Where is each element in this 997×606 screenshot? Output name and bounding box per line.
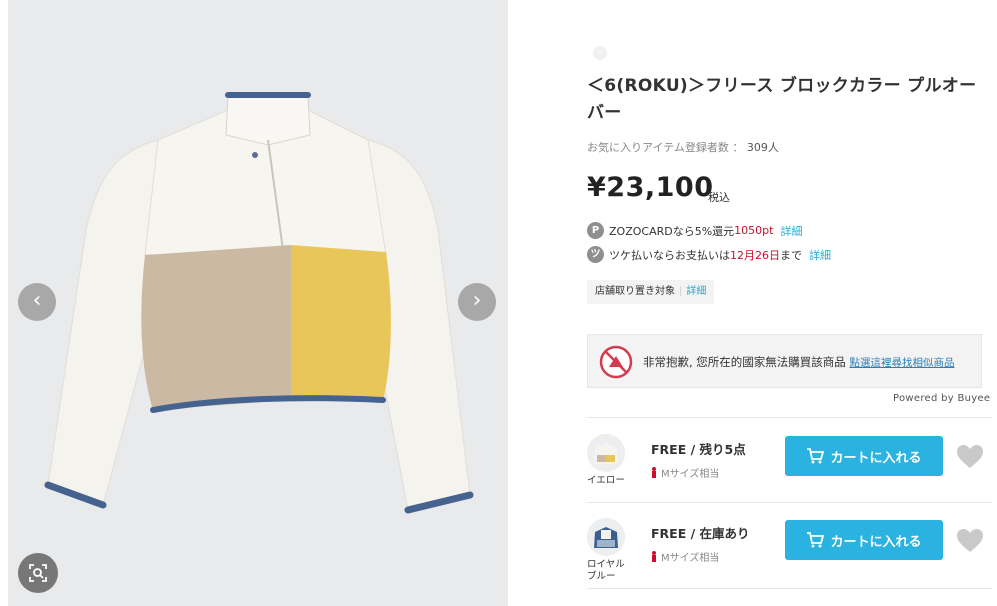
next-image-button[interactable]: › bbox=[458, 283, 496, 321]
cart-icon bbox=[807, 532, 825, 548]
person-icon bbox=[651, 467, 657, 478]
add-to-cart-button[interactable]: カートに入れる bbox=[785, 436, 943, 476]
buyee-message-text: 非常抱歉, 您所在的國家無法購買該商品 bbox=[643, 355, 846, 369]
product-price: ¥23,100 bbox=[587, 172, 714, 203]
divider bbox=[587, 417, 992, 418]
sku-size-text: Mサイズ相当 bbox=[661, 469, 720, 480]
image-search-button[interactable] bbox=[18, 553, 58, 593]
sku-thumbnail-image bbox=[587, 434, 625, 472]
separator: | bbox=[679, 286, 683, 297]
sku-color-name: ロイヤルブルー bbox=[587, 559, 625, 582]
points-icon: P bbox=[587, 222, 604, 239]
favorite-count: お気に入りアイテム登録者数 ： 309人 bbox=[587, 139, 779, 155]
sku-size-text: Mサイズ相当 bbox=[661, 553, 720, 564]
image-search-icon bbox=[29, 564, 47, 582]
previous-image-button[interactable]: ‹ bbox=[18, 283, 56, 321]
sku-thumbnail[interactable] bbox=[587, 434, 625, 472]
prohibited-icon bbox=[599, 345, 633, 379]
sku-color-name: イエロー bbox=[587, 475, 625, 486]
powered-by-buyee: Powered by Buyee bbox=[893, 393, 991, 404]
product-title: ＜6(ROKU)＞フリース ブロックカラー プルオーバー bbox=[587, 76, 977, 123]
tsuke-pay-promo: ツ ツケ払いならお支払いは 12月26日 まで 詳細 bbox=[587, 246, 831, 263]
product-image-gallery: ‹ › bbox=[8, 0, 508, 606]
find-similar-link[interactable]: 點選這裡尋找相似商品 bbox=[849, 357, 954, 369]
zozocard-promo: P ZOZOCARDなら5%還元 1050pt 詳細 bbox=[587, 222, 802, 239]
promo-text: ツケ払いならお支払いは bbox=[609, 248, 730, 262]
buyee-message: 非常抱歉, 您所在的國家無法購買該商品 點選這裡尋找相似商品 bbox=[643, 354, 954, 370]
store-hold-details-link[interactable]: 詳細 bbox=[686, 286, 706, 297]
brand-icon bbox=[593, 46, 607, 60]
favorite-heart-icon[interactable] bbox=[956, 528, 984, 554]
promo-details-link[interactable]: 詳細 bbox=[780, 223, 802, 239]
favorite-count-label: お気に入りアイテム登録者数 ： bbox=[587, 141, 744, 154]
promo-highlight: 1050pt bbox=[734, 224, 774, 237]
add-to-cart-label: カートに入れる bbox=[830, 534, 922, 550]
sku-row-royal-blue: ロイヤルブルー FREE / 在庫あり Mサイズ相当 カートに入れる bbox=[587, 518, 992, 598]
sku-thumbnail[interactable] bbox=[587, 518, 625, 556]
promo-text-suffix: まで bbox=[780, 248, 802, 262]
product-photo bbox=[8, 0, 508, 606]
promo-details-link[interactable]: 詳細 bbox=[809, 247, 831, 263]
divider bbox=[587, 502, 992, 503]
tsuke-pay-icon: ツ bbox=[587, 246, 604, 263]
favorite-heart-icon[interactable] bbox=[956, 444, 984, 470]
sku-thumbnail-image bbox=[587, 518, 625, 556]
add-to-cart-button[interactable]: カートに入れる bbox=[785, 520, 943, 560]
store-hold-tag: 店舗取り置き対象 | 詳細 bbox=[587, 280, 715, 304]
cart-icon bbox=[807, 448, 825, 464]
divider bbox=[587, 588, 992, 589]
sku-size-hint: Mサイズ相当 bbox=[651, 465, 719, 480]
sku-stock-status: FREE / 在庫あり bbox=[651, 526, 750, 541]
tax-label: 税込 bbox=[708, 191, 730, 204]
favorite-count-value: 309人 bbox=[746, 141, 779, 154]
sku-size-hint: Mサイズ相当 bbox=[651, 549, 719, 564]
person-icon bbox=[651, 551, 657, 562]
sku-stock-status: FREE / 残り5点 bbox=[651, 442, 746, 457]
store-hold-label: 店舗取り置き対象 bbox=[595, 286, 675, 297]
chevron-right-icon: › bbox=[472, 288, 482, 313]
promo-highlight: 12月26日 bbox=[730, 248, 780, 262]
add-to-cart-label: カートに入れる bbox=[830, 450, 922, 466]
promo-text: ZOZOCARDなら5%還元 bbox=[609, 224, 735, 238]
buyee-notice: 非常抱歉, 您所在的國家無法購買該商品 點選這裡尋找相似商品 bbox=[587, 334, 982, 388]
chevron-left-icon: ‹ bbox=[32, 288, 42, 313]
